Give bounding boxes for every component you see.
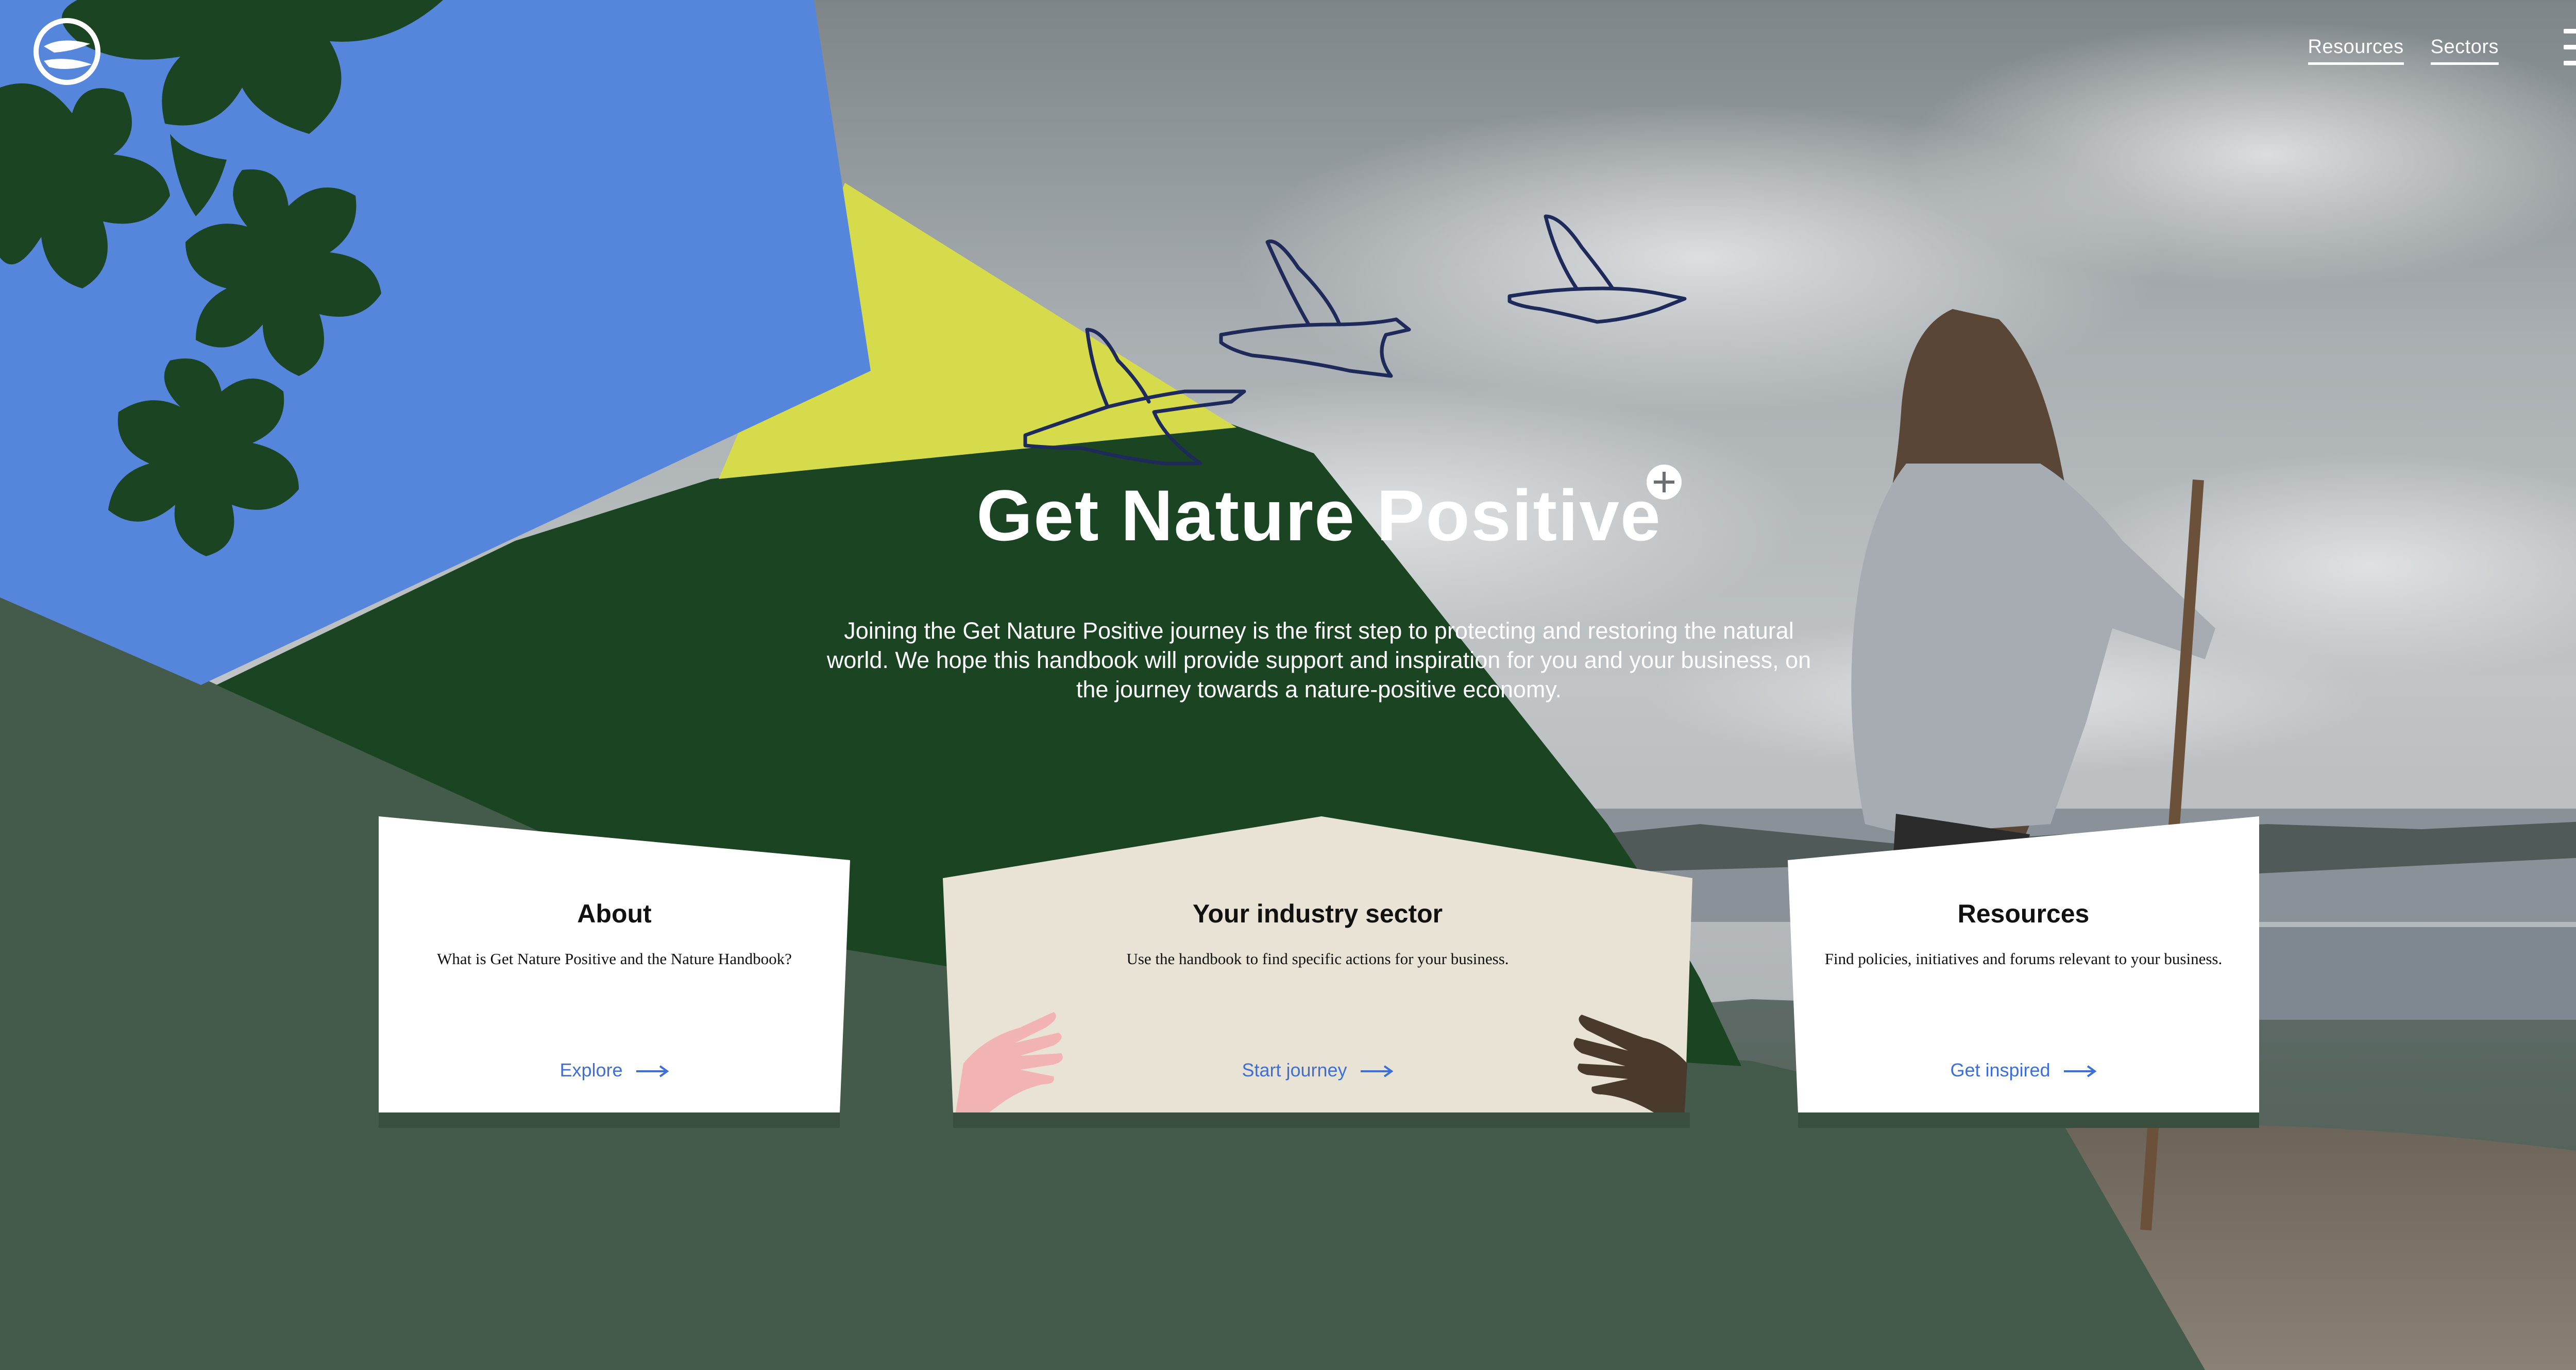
card-cta[interactable]: Explore — [379, 1059, 850, 1081]
card-text: Use the handbook to find specific action… — [1126, 950, 1509, 968]
card-cta[interactable]: Get inspired — [1788, 1059, 2259, 1081]
card-industry-sector[interactable]: Your industry sector Use the handbook to… — [943, 816, 1692, 1131]
arrow-right-icon — [636, 1065, 669, 1078]
page-title: Get Nature Positive — [976, 475, 1662, 556]
cta-label[interactable]: Get inspired — [1950, 1059, 2050, 1081]
plus-circle-icon — [1647, 465, 1682, 500]
cta-label[interactable]: Explore — [560, 1059, 622, 1081]
nav-resources-link[interactable]: Resources — [2308, 36, 2404, 65]
hamburger-menu-icon[interactable] — [2564, 29, 2576, 66]
card-background — [1788, 816, 2259, 1128]
card-cta[interactable]: Start journey — [943, 1059, 1692, 1081]
card-title: Resources — [1957, 899, 2090, 928]
card-background — [943, 816, 1692, 1128]
top-nav: Resources Sectors — [2308, 36, 2499, 65]
card-about[interactable]: About What is Get Nature Positive and th… — [379, 816, 850, 1131]
arrow-right-icon — [2063, 1065, 2097, 1078]
card-background — [379, 816, 850, 1128]
card-text: Find policies, initiatives and forums re… — [1824, 950, 2223, 968]
card-resources[interactable]: Resources Find policies, initiatives and… — [1788, 816, 2259, 1131]
card-title: About — [577, 899, 652, 928]
arrow-right-icon — [1360, 1065, 1394, 1078]
nav-sectors-link[interactable]: Sectors — [2430, 36, 2499, 65]
cta-label[interactable]: Start journey — [1242, 1059, 1347, 1081]
hands-globe-icon[interactable] — [31, 15, 103, 88]
hero-intro: Joining the Get Nature Positive journey … — [826, 618, 1811, 703]
card-text: What is Get Nature Positive and the Natu… — [437, 950, 792, 968]
card-title: Your industry sector — [1192, 899, 1443, 928]
site-header: Resources Sectors — [0, 0, 2576, 103]
